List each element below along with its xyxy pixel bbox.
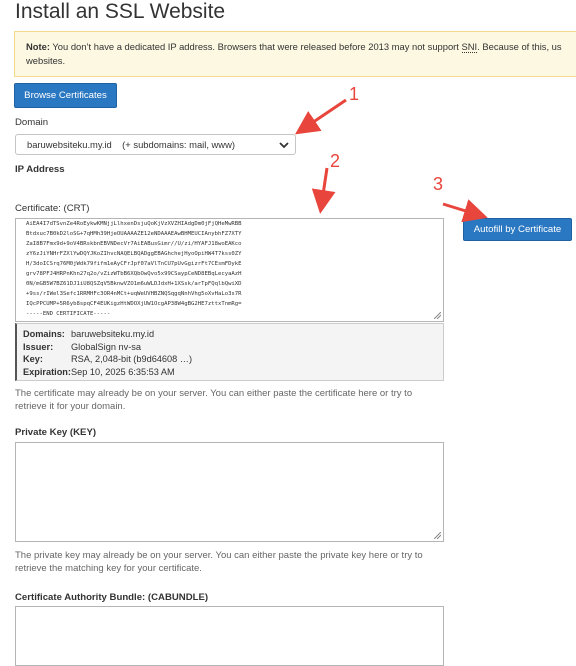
- annotation-arrow-3: [442, 199, 488, 223]
- annotation-arrow-1: [295, 98, 347, 135]
- annotation-1: 1: [349, 84, 360, 104]
- annotation-2: 2: [330, 151, 341, 171]
- annotation-arrow-2: [311, 167, 336, 214]
- annotation-3: 3: [433, 174, 444, 194]
- annotation-arrows: [295, 98, 488, 223]
